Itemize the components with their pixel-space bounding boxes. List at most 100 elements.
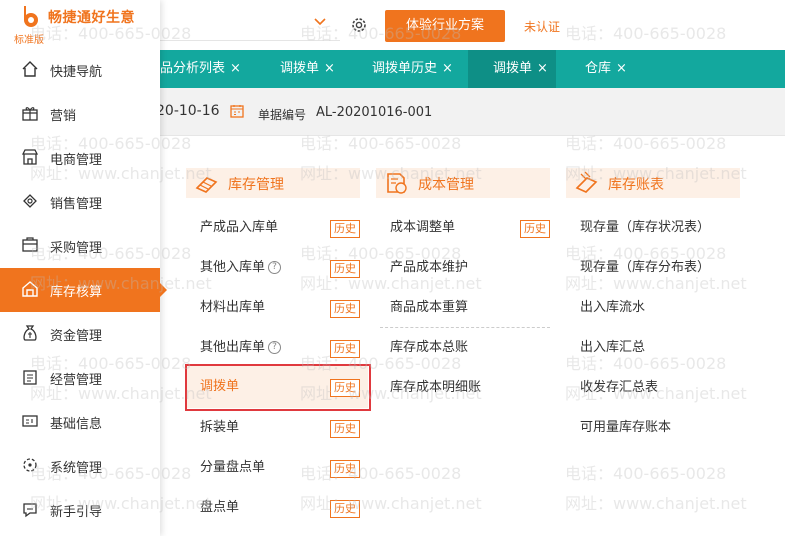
industry-solution-button[interactable]: 体验行业方案 — [385, 10, 505, 42]
tab-product-analysis[interactable]: 品分析列表 × — [160, 50, 264, 88]
sidebar-item-label: 新手引导 — [50, 505, 103, 520]
menu-item-inout-flow[interactable]: 出入库流水 — [580, 295, 645, 321]
menu-item-other-receipt[interactable]: 其他入库单? — [200, 255, 282, 281]
menu-item-stock-status[interactable]: 现存量（库存状况表） — [580, 215, 710, 241]
history-button[interactable]: 历史 — [330, 260, 360, 278]
sidebar-item-ecommerce[interactable]: 电商管理 — [0, 136, 160, 180]
close-icon[interactable]: × — [324, 61, 335, 76]
menu-item-inventory-cost-ledger[interactable]: 库存成本总账 — [390, 335, 468, 361]
edition-label: 标准版 — [14, 35, 44, 46]
system-icon — [23, 458, 37, 472]
menu-item-product-cost-maintenance[interactable]: 产品成本维护 — [390, 255, 468, 281]
help-icon[interactable]: ? — [268, 261, 282, 274]
sidebar-item-sales[interactable]: 销售管理 — [0, 180, 160, 224]
menu-item-stock-distribution[interactable]: 现存量（库存分布表） — [580, 255, 710, 281]
cost-management-title: 成本管理 — [418, 177, 474, 193]
history-button[interactable]: 历史 — [520, 220, 550, 238]
sidebar: 畅捷通好生意 标准版 快捷导航 营销 电商管理 销售管理 采购管理 库存核算 资… — [0, 0, 167, 536]
document-toolbar: 20-10-16 单据编号 AL-20201016-001 — [156, 88, 785, 136]
history-button[interactable]: 历史 — [330, 420, 360, 438]
history-button[interactable]: 历史 — [330, 460, 360, 478]
gear-icon[interactable] — [350, 16, 368, 34]
tab-transfer-order-active[interactable]: 调拨单 × — [468, 50, 556, 88]
sidebar-item-quick-nav[interactable]: 快捷导航 — [0, 48, 160, 92]
sidebar-item-business[interactable]: 经营管理 — [0, 356, 160, 400]
history-button[interactable]: 历史 — [330, 500, 360, 518]
inventory-management-title: 库存管理 — [228, 177, 284, 193]
tab-transfer-history[interactable]: 调拨单历史 × — [372, 50, 472, 88]
menu-item-partial-stocktake[interactable]: 分量盘点单 — [200, 455, 265, 481]
sales-icon — [23, 194, 37, 208]
menu-item-inventory-cost-detail[interactable]: 库存成本明细账 — [390, 375, 481, 401]
menu-item-assembly-order[interactable]: 拆装单 — [200, 415, 239, 441]
sidebar-item-label: 系统管理 — [50, 461, 103, 476]
help-icon[interactable]: ? — [268, 341, 282, 354]
cost-management-header: 成本管理 — [376, 168, 550, 198]
calendar-icon[interactable] — [230, 104, 244, 118]
tab-label: 品分析列表 — [160, 61, 226, 76]
sidebar-item-guide[interactable]: 新手引导 — [0, 488, 160, 532]
inventory-doc-icon — [195, 177, 218, 193]
close-icon[interactable]: × — [442, 61, 453, 76]
cost-doc-icon — [387, 173, 407, 194]
sidebar-item-funds[interactable]: 资金管理 — [0, 312, 160, 356]
history-button[interactable]: 历史 — [330, 300, 360, 318]
sidebar-item-purchase[interactable]: 采购管理 — [0, 224, 160, 268]
divider — [380, 327, 550, 328]
menu-item-stocktake[interactable]: 盘点单 — [200, 495, 239, 521]
menu-item-available-stock-ledger[interactable]: 可用量库存账本 — [580, 415, 671, 441]
close-icon[interactable]: × — [537, 61, 548, 76]
brand-name: 畅捷通好生意 — [48, 10, 135, 26]
sidebar-item-label: 经营管理 — [50, 373, 103, 388]
sidebar-item-inventory-accounting[interactable]: 库存核算 — [0, 268, 167, 312]
gift-icon — [22, 107, 38, 121]
close-icon[interactable]: × — [230, 61, 241, 76]
home-icon — [22, 61, 38, 77]
sidebar-item-label: 基础信息 — [50, 417, 103, 432]
warehouse-icon — [22, 281, 38, 297]
red-highlight-box — [185, 364, 371, 411]
inventory-ledger-title: 库存账表 — [608, 177, 664, 193]
top-header: 体验行业方案 未认证 — [160, 0, 785, 50]
inventory-menu-panel: 库存管理 产成品入库单 历史 其他入库单? 历史 材料出库单 历史 其他出库单?… — [160, 136, 785, 536]
chanjet-logo-icon — [24, 6, 38, 27]
search-underline — [160, 40, 340, 41]
menu-item-receipt-issue-summary[interactable]: 收发存汇总表 — [580, 375, 658, 401]
sidebar-item-label: 采购管理 — [50, 241, 103, 256]
menu-item-inout-summary[interactable]: 出入库汇总 — [580, 335, 645, 361]
sidebar-item-label: 快捷导航 — [50, 65, 103, 80]
doc-number-value[interactable]: AL-20201016-001 — [316, 105, 432, 120]
tab-transfer-order[interactable]: 调拨单 × — [280, 50, 358, 88]
purchase-icon — [22, 237, 38, 252]
tab-label: 调拨单 — [280, 61, 320, 76]
menu-item-cost-recalculation[interactable]: 商品成本重算 — [390, 295, 468, 321]
sidebar-item-marketing[interactable]: 营销 — [0, 92, 160, 136]
store-icon — [21, 149, 39, 165]
history-button[interactable]: 历史 — [330, 220, 360, 238]
sidebar-item-label: 销售管理 — [50, 197, 103, 212]
ledger-icon — [575, 171, 598, 193]
menu-item-material-issue[interactable]: 材料出库单 — [200, 295, 265, 321]
close-icon[interactable]: × — [616, 61, 627, 76]
menu-item-other-issue[interactable]: 其他出库单? — [200, 335, 282, 361]
id-card-icon — [22, 415, 38, 427]
tab-warehouse[interactable]: 仓库 × — [585, 50, 645, 88]
history-button[interactable]: 历史 — [330, 340, 360, 358]
menu-item-finished-goods-receipt[interactable]: 产成品入库单 — [200, 215, 278, 241]
tab-bar: 品分析列表 × 调拨单 × 调拨单历史 × 调拨单 × 仓库 × — [160, 50, 785, 88]
tab-label: 调拨单 — [493, 61, 533, 76]
sidebar-item-system[interactable]: 系统管理 — [0, 444, 160, 488]
verification-status[interactable]: 未认证 — [524, 18, 560, 35]
date-field[interactable]: 20-10-16 — [156, 103, 220, 119]
doc-number-label: 单据编号 — [258, 108, 307, 122]
menu-item-cost-adjustment[interactable]: 成本调整单 — [390, 215, 455, 241]
logo: 畅捷通好生意 标准版 — [0, 0, 160, 50]
sidebar-item-label: 营销 — [50, 109, 77, 124]
money-bag-icon — [23, 325, 37, 341]
guide-icon — [23, 503, 37, 518]
inventory-ledger-header: 库存账表 — [566, 168, 740, 198]
chevron-down-icon[interactable] — [312, 14, 328, 34]
tab-label: 仓库 — [585, 61, 612, 76]
sidebar-item-label: 电商管理 — [50, 153, 103, 168]
sidebar-item-basic-info[interactable]: 基础信息 — [0, 400, 160, 444]
